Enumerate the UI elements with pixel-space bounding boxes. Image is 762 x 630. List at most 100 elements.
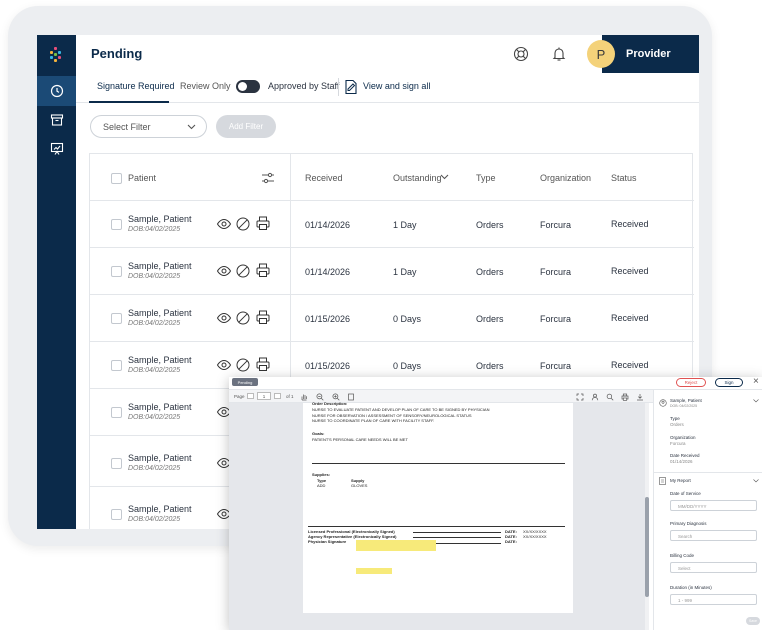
header-organization[interactable]: Organization [540, 173, 591, 183]
date-of-service-input[interactable]: MM/DD/YYYY [670, 500, 757, 511]
print-icon[interactable] [255, 262, 271, 278]
pdf-toolbar: Page 1 of 1 [229, 390, 653, 403]
patient-name[interactable]: Sample, Patient [128, 504, 192, 514]
patient-name[interactable]: Sample, Patient [128, 355, 192, 365]
organization-value: Forcura [540, 220, 572, 230]
patient-name[interactable]: Sample, Patient [128, 453, 192, 463]
view-eye-icon[interactable] [216, 263, 232, 279]
select-all-checkbox[interactable] [111, 173, 122, 184]
view-eye-icon[interactable] [216, 357, 232, 373]
print-icon[interactable] [621, 393, 629, 401]
help-lifebuoy-icon[interactable] [512, 45, 530, 63]
date-received-label: Date Received [670, 453, 700, 458]
sort-filter-icon[interactable] [261, 172, 275, 184]
report-icon [659, 477, 666, 485]
organization-value: Forcura [670, 441, 686, 446]
view-eye-icon[interactable] [216, 310, 232, 326]
print-icon[interactable] [255, 309, 271, 325]
sign-button[interactable]: Sign [715, 378, 743, 387]
date-of-service-label: Date of Service [670, 491, 701, 496]
reject-circle-icon[interactable] [235, 263, 251, 279]
patient-name[interactable]: Sample, Patient [128, 261, 192, 271]
chevron-down-icon[interactable] [753, 479, 759, 483]
next-page-button[interactable] [274, 393, 281, 399]
zoom-out-icon[interactable] [316, 393, 324, 401]
reject-label: Reject [684, 380, 698, 385]
sidebar-item-archive[interactable] [37, 105, 76, 135]
hand-tool-icon[interactable] [300, 393, 308, 401]
header-received[interactable]: Received [305, 173, 343, 183]
fullscreen-icon[interactable] [576, 393, 584, 401]
reject-circle-icon[interactable] [235, 216, 251, 232]
row-checkbox[interactable] [111, 219, 122, 230]
row-checkbox[interactable] [111, 266, 122, 277]
tab-signature-required[interactable]: Signature Required [97, 81, 175, 91]
sidebar-item-history[interactable] [37, 76, 76, 106]
type-value: Orders [476, 314, 504, 324]
date-field-highlight[interactable] [356, 568, 392, 574]
header-outstanding[interactable]: Outstanding [393, 173, 442, 183]
select-filter-dropdown[interactable]: Select Filter [90, 115, 207, 138]
approved-by-staff-label: Approved by Staff [268, 81, 340, 91]
sidebar-item-presentation[interactable] [37, 134, 76, 164]
pdf-canvas[interactable]: Order Description: NURSE TO EVALUATE PAT… [229, 401, 649, 630]
signature-field-highlight[interactable] [356, 540, 436, 551]
close-icon[interactable]: × [753, 376, 759, 387]
approved-by-staff-toggle[interactable] [236, 80, 260, 93]
bell-icon[interactable] [550, 45, 568, 63]
view-and-sign-all-link[interactable]: View and sign all [363, 81, 430, 91]
search-icon[interactable] [606, 393, 614, 401]
header-type[interactable]: Type [476, 173, 496, 183]
chevron-down-icon[interactable] [753, 399, 759, 403]
pdf-scroll-thumb[interactable] [645, 497, 649, 597]
row-checkbox[interactable] [111, 360, 122, 371]
user-label: Provider [626, 48, 671, 60]
select-filter-value: Select Filter [103, 122, 151, 132]
print-icon[interactable] [255, 356, 271, 372]
row-checkbox[interactable] [111, 407, 122, 418]
print-icon[interactable] [255, 215, 271, 231]
tab-review-only[interactable]: Review Only [180, 81, 231, 91]
supplies-supply: GLOVES [351, 483, 368, 488]
add-filter-button[interactable]: Add Filter [216, 115, 276, 138]
table-row[interactable]: Sample, Patient DOB:04/02/2025 01/14/2026 1… [90, 201, 694, 248]
patient-name[interactable]: Sample, Patient [128, 214, 192, 224]
primary-diagnosis-search[interactable]: Search [670, 530, 757, 541]
header-status[interactable]: Status [611, 173, 637, 183]
table-row[interactable]: Sample, Patient DOB:04/02/2025 01/15/2026 0… [90, 295, 694, 342]
save-button[interactable]: Save [746, 617, 760, 625]
type-value: Orders [670, 422, 684, 427]
billing-code-select[interactable]: Select [670, 562, 757, 573]
user-menu[interactable]: Provider [602, 35, 699, 73]
download-icon[interactable] [636, 393, 644, 401]
row-checkbox[interactable] [111, 458, 122, 469]
patient-icon [659, 399, 667, 407]
divider [312, 463, 565, 464]
avatar[interactable]: P [587, 40, 615, 68]
status-value: Received [611, 313, 649, 323]
reject-button[interactable]: Reject [676, 378, 706, 387]
reject-circle-icon[interactable] [235, 310, 251, 326]
table-row[interactable]: Sample, Patient DOB:04/02/2025 01/14/2026 1… [90, 248, 694, 295]
row-checkbox[interactable] [111, 509, 122, 520]
reject-circle-icon[interactable] [235, 357, 251, 373]
outstanding-value: 0 Days [393, 361, 422, 371]
zoom-in-icon[interactable] [332, 393, 340, 401]
status-value: Received [611, 219, 649, 229]
document-sign-icon[interactable] [344, 79, 358, 95]
clock-icon [50, 84, 63, 98]
fit-page-icon[interactable] [347, 393, 355, 401]
row-checkbox[interactable] [111, 313, 122, 324]
user-icon[interactable] [591, 393, 599, 401]
view-eye-icon[interactable] [216, 216, 232, 232]
status-value: Received [611, 266, 649, 276]
sort-chevron-down-icon[interactable] [440, 174, 449, 180]
page-number-input[interactable]: 1 [257, 392, 271, 400]
organization-label: Organization [670, 435, 696, 440]
signature-line [413, 532, 501, 533]
duration-label: Duration (in Minutes) [670, 585, 712, 590]
patient-name[interactable]: Sample, Patient [128, 308, 192, 318]
patient-name[interactable]: Sample, Patient [128, 402, 192, 412]
duration-input[interactable]: 1 - 999 [670, 594, 757, 605]
prev-page-button[interactable] [247, 393, 254, 399]
